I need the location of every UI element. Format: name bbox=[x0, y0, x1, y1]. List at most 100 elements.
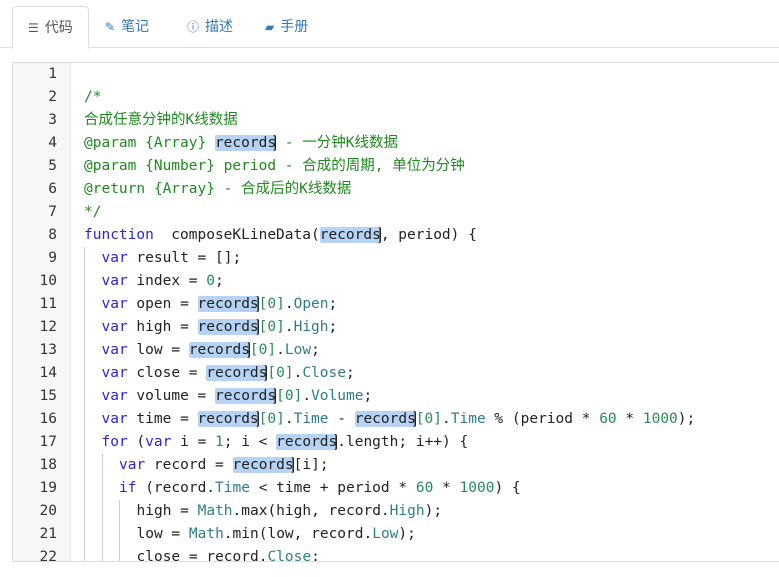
code-token: volume = bbox=[127, 388, 216, 404]
code-token: [i]; bbox=[293, 457, 329, 473]
line-number: 22 bbox=[39, 549, 57, 562]
code-token: [0] bbox=[258, 411, 285, 427]
code-text: high = Math.max(high, record.High); bbox=[84, 500, 442, 523]
code-token: Time bbox=[450, 411, 486, 427]
code-token: 0 bbox=[206, 273, 216, 289]
highlighted-token: records bbox=[188, 342, 250, 358]
indent-guide bbox=[84, 362, 102, 385]
indent-guide bbox=[84, 431, 102, 454]
highlighted-token: records bbox=[214, 135, 277, 151]
code-text: var volume = records[0].Volume; bbox=[84, 385, 372, 408]
indent-guide bbox=[84, 546, 102, 561]
list-icon: ☰ bbox=[28, 21, 39, 35]
code-token: @param {Number} period - 合成的周期, 单位为分钟 bbox=[84, 158, 465, 174]
code-line: 10 var index = 0; bbox=[13, 270, 779, 293]
code-text: var time = records[0].Time - records[0].… bbox=[84, 408, 695, 431]
code-token: if bbox=[119, 480, 137, 496]
code-text: var result = []; bbox=[84, 247, 241, 270]
code-token: Math bbox=[188, 526, 224, 542]
code-token: [0] bbox=[258, 296, 285, 312]
code-token: @return {Array} - 合成后的K线数据 bbox=[84, 181, 352, 197]
code-line: 4 @param {Array} records - 一分钟K线数据 bbox=[13, 132, 779, 155]
highlighted-token: records bbox=[197, 411, 259, 427]
code-token: ; i < bbox=[223, 434, 277, 450]
code-token: index = bbox=[127, 273, 207, 289]
line-number: 15 bbox=[39, 388, 57, 404]
code-token: ; bbox=[345, 365, 355, 381]
line-number: 10 bbox=[39, 273, 57, 289]
code-token: High bbox=[293, 319, 329, 335]
code-token: var bbox=[101, 411, 128, 427]
code-text: */ bbox=[84, 201, 101, 224]
highlighted-token: records bbox=[197, 296, 259, 312]
code-line: 16 var time = records[0].Time - records[0… bbox=[13, 408, 779, 431]
code-text: var record = records[i]; bbox=[84, 454, 329, 477]
code-token: ; bbox=[311, 342, 320, 358]
code-token: close = bbox=[127, 365, 207, 381]
code-line: 1 bbox=[13, 63, 779, 86]
tab-label: 笔记 bbox=[121, 18, 150, 34]
code-token: . bbox=[442, 411, 451, 427]
code-line: 3 合成任意分钟的K线数据 bbox=[13, 109, 779, 132]
highlighted-token: records bbox=[232, 457, 294, 473]
line-number: 2 bbox=[48, 89, 57, 105]
tab-notes[interactable]: ✎ 笔记 bbox=[90, 6, 170, 48]
code-token: - bbox=[328, 411, 355, 427]
line-number: 3 bbox=[48, 112, 57, 128]
code-editor[interactable]: 1 2/* 3 合成任意分钟的K线数据 4 @param {Array} records … bbox=[12, 62, 779, 562]
tab-manual[interactable]: ▰ 手册 bbox=[250, 6, 332, 48]
code-token: Math bbox=[197, 503, 233, 519]
code-token: ; bbox=[328, 319, 338, 335]
tab-description[interactable]: ⓘ 描述 bbox=[172, 6, 248, 48]
code-token: [0] bbox=[267, 365, 294, 381]
code-token: * bbox=[616, 411, 643, 427]
code-token: open = bbox=[127, 296, 198, 312]
code-token: close = record. bbox=[136, 549, 268, 562]
line-number: 14 bbox=[39, 365, 57, 381]
tab-code[interactable]: ☰ 代码 bbox=[12, 6, 89, 49]
highlighted-token: records bbox=[319, 227, 381, 243]
code-token: [0] bbox=[276, 388, 303, 404]
indent-guide bbox=[84, 454, 102, 477]
code-token: /* bbox=[84, 89, 102, 105]
code-text: var index = 0; bbox=[84, 270, 224, 293]
code-token: 60 bbox=[415, 480, 434, 496]
code-token: * bbox=[433, 480, 460, 496]
code-token: high = bbox=[127, 319, 198, 335]
code-token: var bbox=[119, 457, 146, 473]
code-token: var bbox=[101, 365, 128, 381]
code-token: , period) { bbox=[380, 227, 477, 243]
code-token: @param {Array} bbox=[84, 135, 215, 151]
indent-guide bbox=[119, 546, 137, 561]
line-number: 13 bbox=[39, 342, 57, 358]
indent-guide bbox=[84, 316, 102, 339]
code-line: 6 @return {Array} - 合成后的K线数据 bbox=[13, 178, 779, 201]
line-number: 11 bbox=[39, 296, 57, 312]
code-token: ); bbox=[677, 411, 696, 427]
code-text: low = Math.min(low, record.Low); bbox=[84, 523, 416, 546]
code-text: var open = records[0].Open; bbox=[84, 293, 337, 316]
line-number: 20 bbox=[39, 503, 57, 519]
code-text: close = record.Close; bbox=[84, 546, 320, 562]
info-circle-icon: ⓘ bbox=[187, 20, 200, 34]
code-token: time = bbox=[127, 411, 198, 427]
code-token: var bbox=[101, 342, 128, 358]
highlighted-token: records bbox=[354, 411, 416, 427]
code-token: . bbox=[284, 319, 294, 335]
code-token: for bbox=[101, 434, 128, 450]
highlighted-token: records bbox=[197, 319, 259, 335]
code-line: 9 var result = []; bbox=[13, 247, 779, 270]
code-token: var bbox=[101, 296, 128, 312]
line-number: 21 bbox=[39, 526, 57, 542]
code-token: ; bbox=[311, 549, 320, 562]
code-token: Time bbox=[215, 480, 250, 496]
code-text: @param {Number} period - 合成的周期, 单位为分钟 bbox=[84, 155, 465, 178]
code-token: var bbox=[101, 319, 128, 335]
line-number: 12 bbox=[39, 319, 57, 335]
indent-guide bbox=[84, 500, 102, 523]
line-number: 6 bbox=[48, 181, 57, 197]
tab-label: 描述 bbox=[205, 18, 234, 34]
indent-guide bbox=[119, 523, 137, 546]
tab-label: 手册 bbox=[280, 18, 309, 34]
code-token: .length; i++) { bbox=[337, 434, 469, 450]
